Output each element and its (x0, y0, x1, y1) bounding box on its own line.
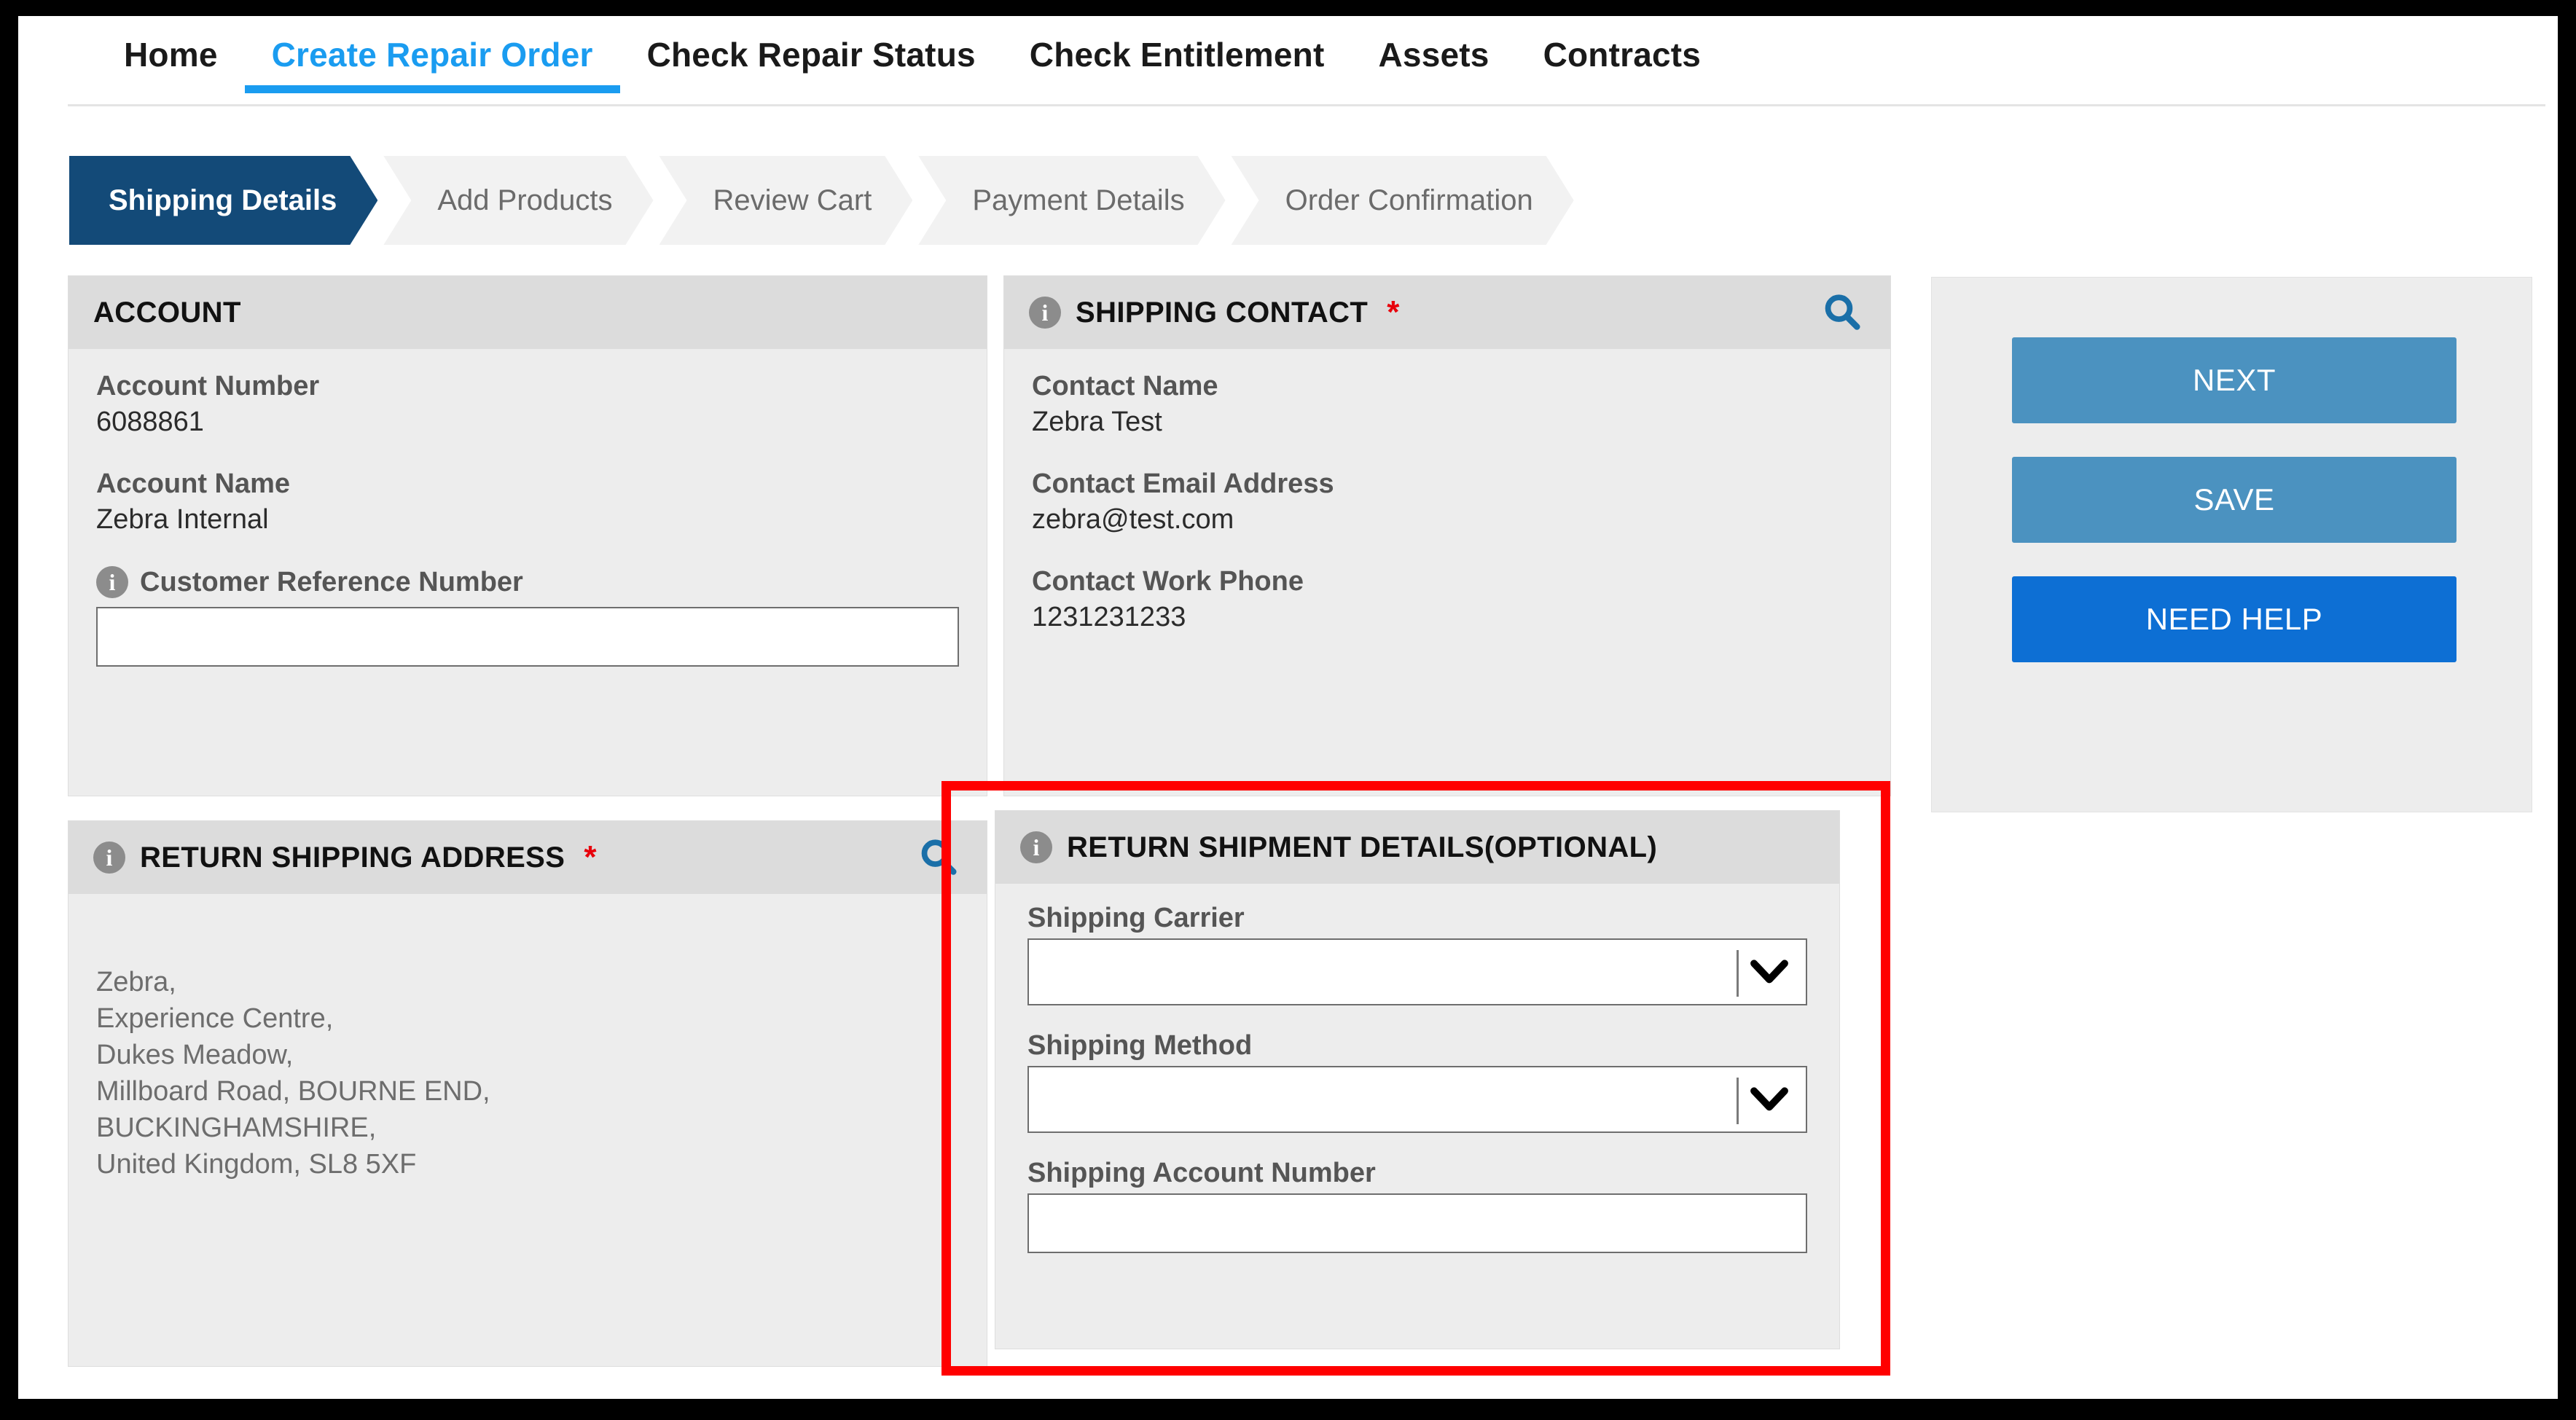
info-icon[interactable]: i (1020, 831, 1052, 863)
account-panel: ACCOUNT Account Number 6088861 Account N… (68, 275, 987, 796)
shipping-contact-panel: i SHIPPING CONTACT * Contact Name Zebra … (1003, 275, 1891, 796)
required-marker: * (584, 839, 597, 875)
customer-reference-input[interactable] (96, 607, 959, 667)
return-shipment-details-panel: i RETURN SHIPMENT DETAILS(OPTIONAL) Ship… (995, 810, 1840, 1349)
shipping-carrier-label: Shipping Carrier (1027, 903, 1245, 933)
shipping-carrier-select[interactable] (1027, 938, 1807, 1005)
shipping-contact-panel-header: i SHIPPING CONTACT * (1004, 276, 1890, 349)
main-content: ACCOUNT Account Number 6088861 Account N… (18, 16, 2558, 1399)
customer-reference-label-row: i Customer Reference Number (96, 566, 959, 598)
chevron-down-icon[interactable] (1749, 1085, 1790, 1114)
select-divider (1737, 950, 1739, 997)
return-shipping-address-panel-header: i RETURN SHIPPING ADDRESS * (68, 821, 987, 894)
contact-name-value: Zebra Test (1032, 407, 1162, 437)
return-shipping-address-text: Zebra, Experience Centre, Dukes Meadow, … (96, 967, 490, 1180)
account-panel-header: ACCOUNT (68, 276, 987, 349)
info-icon[interactable]: i (1029, 297, 1061, 329)
info-icon[interactable]: i (96, 566, 128, 598)
shipping-account-number-input[interactable] (1027, 1193, 1807, 1253)
return-shipping-address-panel-body: Zebra, Experience Centre, Dukes Meadow, … (68, 894, 987, 1203)
account-panel-title: ACCOUNT (93, 296, 241, 329)
account-number-label: Account Number (96, 371, 320, 401)
select-divider (1737, 1078, 1739, 1124)
shipping-contact-panel-body: Contact Name Zebra Test Contact Email Ad… (1004, 349, 1890, 654)
search-icon[interactable] (1819, 289, 1866, 336)
need-help-button[interactable]: NEED HELP (2012, 576, 2456, 662)
contact-work-phone-label: Contact Work Phone (1032, 566, 1304, 597)
contact-email-label: Contact Email Address (1032, 468, 1334, 499)
account-name-value: Zebra Internal (96, 504, 269, 535)
shipping-method-select[interactable] (1027, 1066, 1807, 1133)
contact-work-phone-value: 1231231233 (1032, 602, 1186, 632)
account-panel-body: Account Number 6088861 Account Name Zebr… (68, 349, 987, 687)
contact-email-value: zebra@test.com (1032, 504, 1234, 535)
customer-reference-label: Customer Reference Number (140, 566, 523, 597)
return-shipment-details-panel-header: i RETURN SHIPMENT DETAILS(OPTIONAL) (995, 811, 1839, 884)
actions-panel: NEXT SAVE NEED HELP (1931, 277, 2532, 812)
required-marker: * (1387, 294, 1400, 330)
account-name-label: Account Name (96, 468, 291, 499)
next-button[interactable]: NEXT (2012, 337, 2456, 423)
return-shipment-details-panel-title: RETURN SHIPMENT DETAILS(OPTIONAL) (1067, 831, 1658, 863)
account-number-value: 6088861 (96, 407, 204, 437)
search-icon[interactable] (915, 834, 962, 881)
return-shipping-address-panel-title: RETURN SHIPPING ADDRESS (140, 841, 565, 874)
chevron-down-icon[interactable] (1749, 957, 1790, 986)
return-shipping-address-panel: i RETURN SHIPPING ADDRESS * Zebra, Exper… (68, 820, 987, 1367)
shipping-account-number-label: Shipping Account Number (1027, 1158, 1376, 1188)
shipping-method-label: Shipping Method (1027, 1030, 1253, 1061)
return-shipment-details-panel-body: Shipping Carrier Shipping Method Shippin… (995, 884, 1839, 1274)
app-window: Home Create Repair Order Check Repair St… (18, 16, 2558, 1399)
contact-name-label: Contact Name (1032, 371, 1218, 401)
shipping-contact-panel-title: SHIPPING CONTACT (1076, 296, 1369, 329)
save-button[interactable]: SAVE (2012, 457, 2456, 543)
info-icon[interactable]: i (93, 842, 125, 874)
